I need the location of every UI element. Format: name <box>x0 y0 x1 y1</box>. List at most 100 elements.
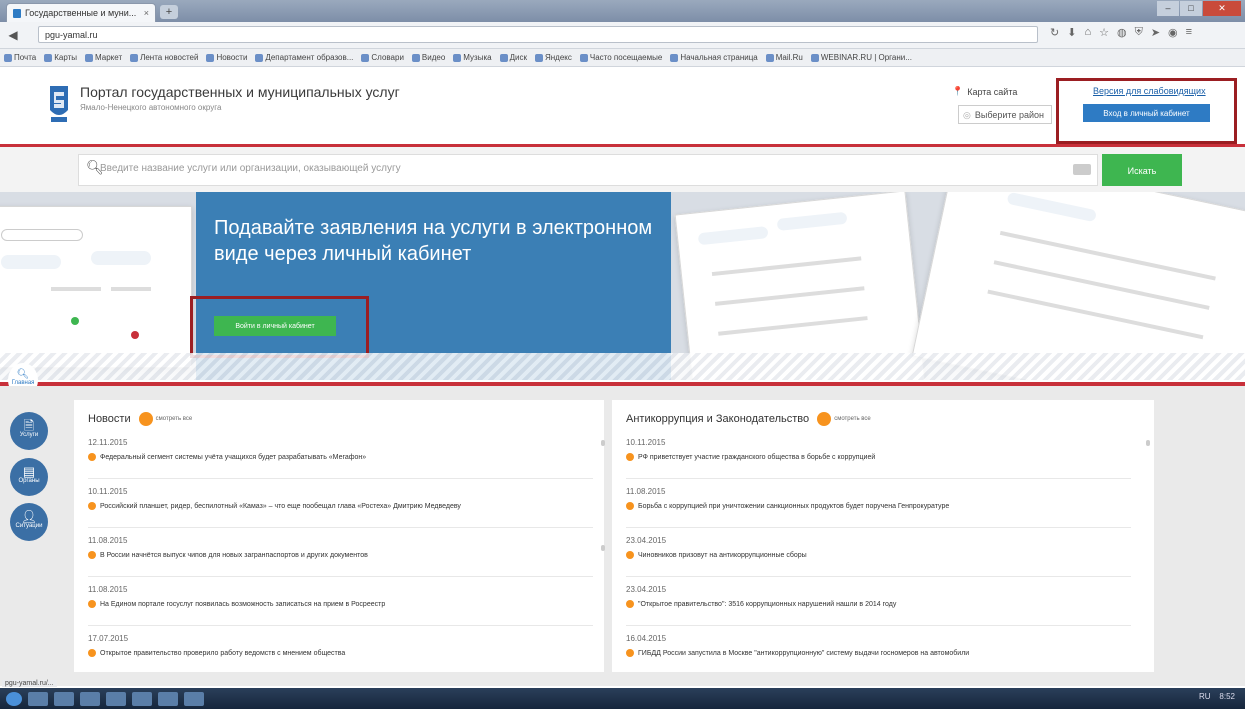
bookmark-item[interactable]: Почта <box>4 53 36 62</box>
location-icon: ◎ <box>963 110 971 120</box>
news-date: 17.07.2015 <box>88 634 129 643</box>
search-button[interactable]: Искать <box>1102 154 1182 186</box>
news-list-item[interactable]: 23.04.2015 Чиновников призовут на антикор… <box>626 536 1146 559</box>
scrollbar-handle[interactable] <box>601 440 605 446</box>
news-link[interactable]: На Едином портале госуслуг появилась воз… <box>88 600 608 608</box>
scrollbar-handle[interactable] <box>1146 440 1150 446</box>
home-icon[interactable]: ⌂ <box>1084 26 1091 39</box>
bookmark-icon <box>255 53 264 62</box>
bookmark-item[interactable]: Маркет <box>85 53 122 62</box>
bookmark-item[interactable]: Начальная страница <box>670 53 758 62</box>
bookmark-item[interactable]: Музыка <box>453 53 492 62</box>
divider <box>626 625 1131 626</box>
browser-tab[interactable]: Государственные и муни... × <box>6 3 156 22</box>
new-tab-button[interactable]: + <box>160 5 178 19</box>
taskbar-app-icon[interactable] <box>54 691 74 706</box>
news-link[interactable]: ГИБДД России запустила в Москве "антикор… <box>626 649 1146 657</box>
news-link[interactable]: Чиновников призовут на антикоррупционные… <box>626 551 1146 559</box>
bookmark-item[interactable]: Карты <box>44 53 77 62</box>
news-link[interactable]: В России начнётся выпуск чипов для новых… <box>88 551 608 559</box>
news-see-all[interactable]: смотреть все <box>138 412 192 426</box>
sidebar-item-situations[interactable]: 👤︎ Ситуации <box>10 503 48 541</box>
anticorruption-see-all[interactable]: смотреть все <box>817 412 871 426</box>
address-bar[interactable]: pgu-yamal.ru <box>38 26 1038 43</box>
maximize-button[interactable]: □ <box>1180 1 1202 16</box>
window-controls: – □ ✕ <box>1157 1 1241 16</box>
download-icon[interactable]: ⬇ <box>1067 26 1076 39</box>
bookmark-item[interactable]: Часто посещаемые <box>579 53 662 62</box>
news-link[interactable]: "Открытое правительство": 3516 коррупцио… <box>626 600 1146 608</box>
news-list-item[interactable]: 17.07.2015 Открытое правительство провери… <box>88 634 608 657</box>
news-list-item[interactable]: 11.08.2015 В России начнётся выпуск чипов… <box>88 536 608 559</box>
sidebar-item-services[interactable]: 🗎 Услуги <box>10 412 48 450</box>
news-link[interactable]: Борьба с коррупцией при уничтожении санк… <box>626 502 1146 510</box>
bullet-icon <box>88 649 96 657</box>
bullet-icon <box>88 453 96 461</box>
bookmark-item[interactable]: Словари <box>361 53 404 62</box>
news-text: В России начнётся выпуск чипов для новых… <box>100 551 368 559</box>
start-button-icon[interactable] <box>6 691 22 706</box>
news-text: На Едином портале госуслуг появилась воз… <box>100 600 386 608</box>
anticorruption-header: Антикоррупция и Законодательство смотрет… <box>626 412 871 426</box>
region-select[interactable]: ◎ Выберите район <box>958 105 1052 124</box>
bookmark-item[interactable]: Яндекс <box>534 53 572 62</box>
news-list-item[interactable]: 12.11.2015 Федеральный сегмент системы уч… <box>88 438 608 461</box>
bookmark-label: WEBINAR.RU | Органи... <box>820 53 912 62</box>
news-date: 11.08.2015 <box>88 585 128 594</box>
tray-lang[interactable]: RU <box>1199 692 1211 701</box>
taskbar-app-icon[interactable] <box>132 691 152 706</box>
extension-icon[interactable]: ◉ <box>1168 26 1178 39</box>
bookmark-item[interactable]: Видео <box>411 53 445 62</box>
menu-icon[interactable]: ≡ <box>1186 26 1192 39</box>
bookmark-icon <box>85 53 94 62</box>
keyboard-icon[interactable] <box>1073 164 1091 175</box>
tray-clock: 8:52 <box>1219 692 1235 701</box>
bookmark-item[interactable]: WEBINAR.RU | Органи... <box>810 53 912 62</box>
highlight-frame-header <box>1056 78 1237 144</box>
news-date: 10.11.2015 <box>626 438 666 447</box>
taskbar-app-icon[interactable] <box>106 691 126 706</box>
bookmark-item[interactable]: Диск <box>499 53 527 62</box>
close-window-button[interactable]: ✕ <box>1203 1 1241 16</box>
bookmark-label: Карты <box>54 53 78 62</box>
news-list-item[interactable]: 10.11.2015 Российский планшет, ридер, бес… <box>88 487 608 510</box>
close-tab-icon[interactable]: × <box>144 8 149 18</box>
system-tray: RU 8:52 <box>1199 692 1235 701</box>
site-subtitle: Ямало-Ненецкого автономного округа <box>80 103 222 112</box>
bookmark-item[interactable]: Новости <box>206 53 247 62</box>
bookmark-icon <box>361 53 370 62</box>
news-link[interactable]: Российский планшет, ридер, беспилотный «… <box>88 502 608 510</box>
taskbar-app-icon[interactable] <box>184 691 204 706</box>
bookmark-icon <box>44 53 53 62</box>
taskbar-app-icon[interactable] <box>28 691 48 706</box>
star-icon[interactable]: ☆ <box>1099 26 1109 39</box>
sync-icon[interactable]: ◍ <box>1117 26 1127 39</box>
bullet-icon <box>88 551 96 559</box>
minimize-button[interactable]: – <box>1157 1 1179 16</box>
news-list-item[interactable]: 11.08.2015 На Едином портале госуслуг поя… <box>88 585 608 608</box>
news-link[interactable]: РФ приветствует участие гражданского общ… <box>626 453 1146 461</box>
bookmark-item[interactable]: Лента новостей <box>130 53 198 62</box>
send-icon[interactable]: ➤ <box>1151 26 1160 39</box>
news-list-item[interactable]: 10.11.2015 РФ приветствует участие гражда… <box>626 438 1146 461</box>
sidebar-item-authorities[interactable]: ▤ Органы <box>10 458 48 496</box>
taskbar-app-icon[interactable] <box>80 691 100 706</box>
shield-icon[interactable]: ⛨ <box>1135 26 1143 39</box>
news-title: Новости <box>88 412 131 425</box>
back-icon[interactable]: ◀ <box>4 26 22 44</box>
bookmark-item[interactable]: Mail.Ru <box>765 53 803 62</box>
taskbar-app-icon[interactable] <box>158 691 178 706</box>
news-list-item[interactable]: 16.04.2015 ГИБДД России запустила в Москв… <box>626 634 1146 657</box>
coat-of-arms-logo[interactable] <box>48 84 70 124</box>
news-date: 16.04.2015 <box>626 634 667 643</box>
news-list-item[interactable]: 11.08.2015 Борьба с коррупцией при уничто… <box>626 487 1146 510</box>
news-list-item[interactable]: 23.04.2015 "Открытое правительство": 3516… <box>626 585 1146 608</box>
news-link[interactable]: Открытое правительство проверило работу … <box>88 649 608 657</box>
bookmark-label: Музыка <box>463 53 492 62</box>
sitemap-link[interactable]: 📍 Карта сайта <box>952 86 1017 97</box>
reload-icon[interactable]: ↻ <box>1050 26 1059 39</box>
news-link[interactable]: Федеральный сегмент системы учёта учащих… <box>88 453 608 461</box>
divider <box>88 625 593 626</box>
scrollbar-handle[interactable] <box>601 545 605 551</box>
bookmark-item[interactable]: Департамент образов... <box>255 53 353 62</box>
